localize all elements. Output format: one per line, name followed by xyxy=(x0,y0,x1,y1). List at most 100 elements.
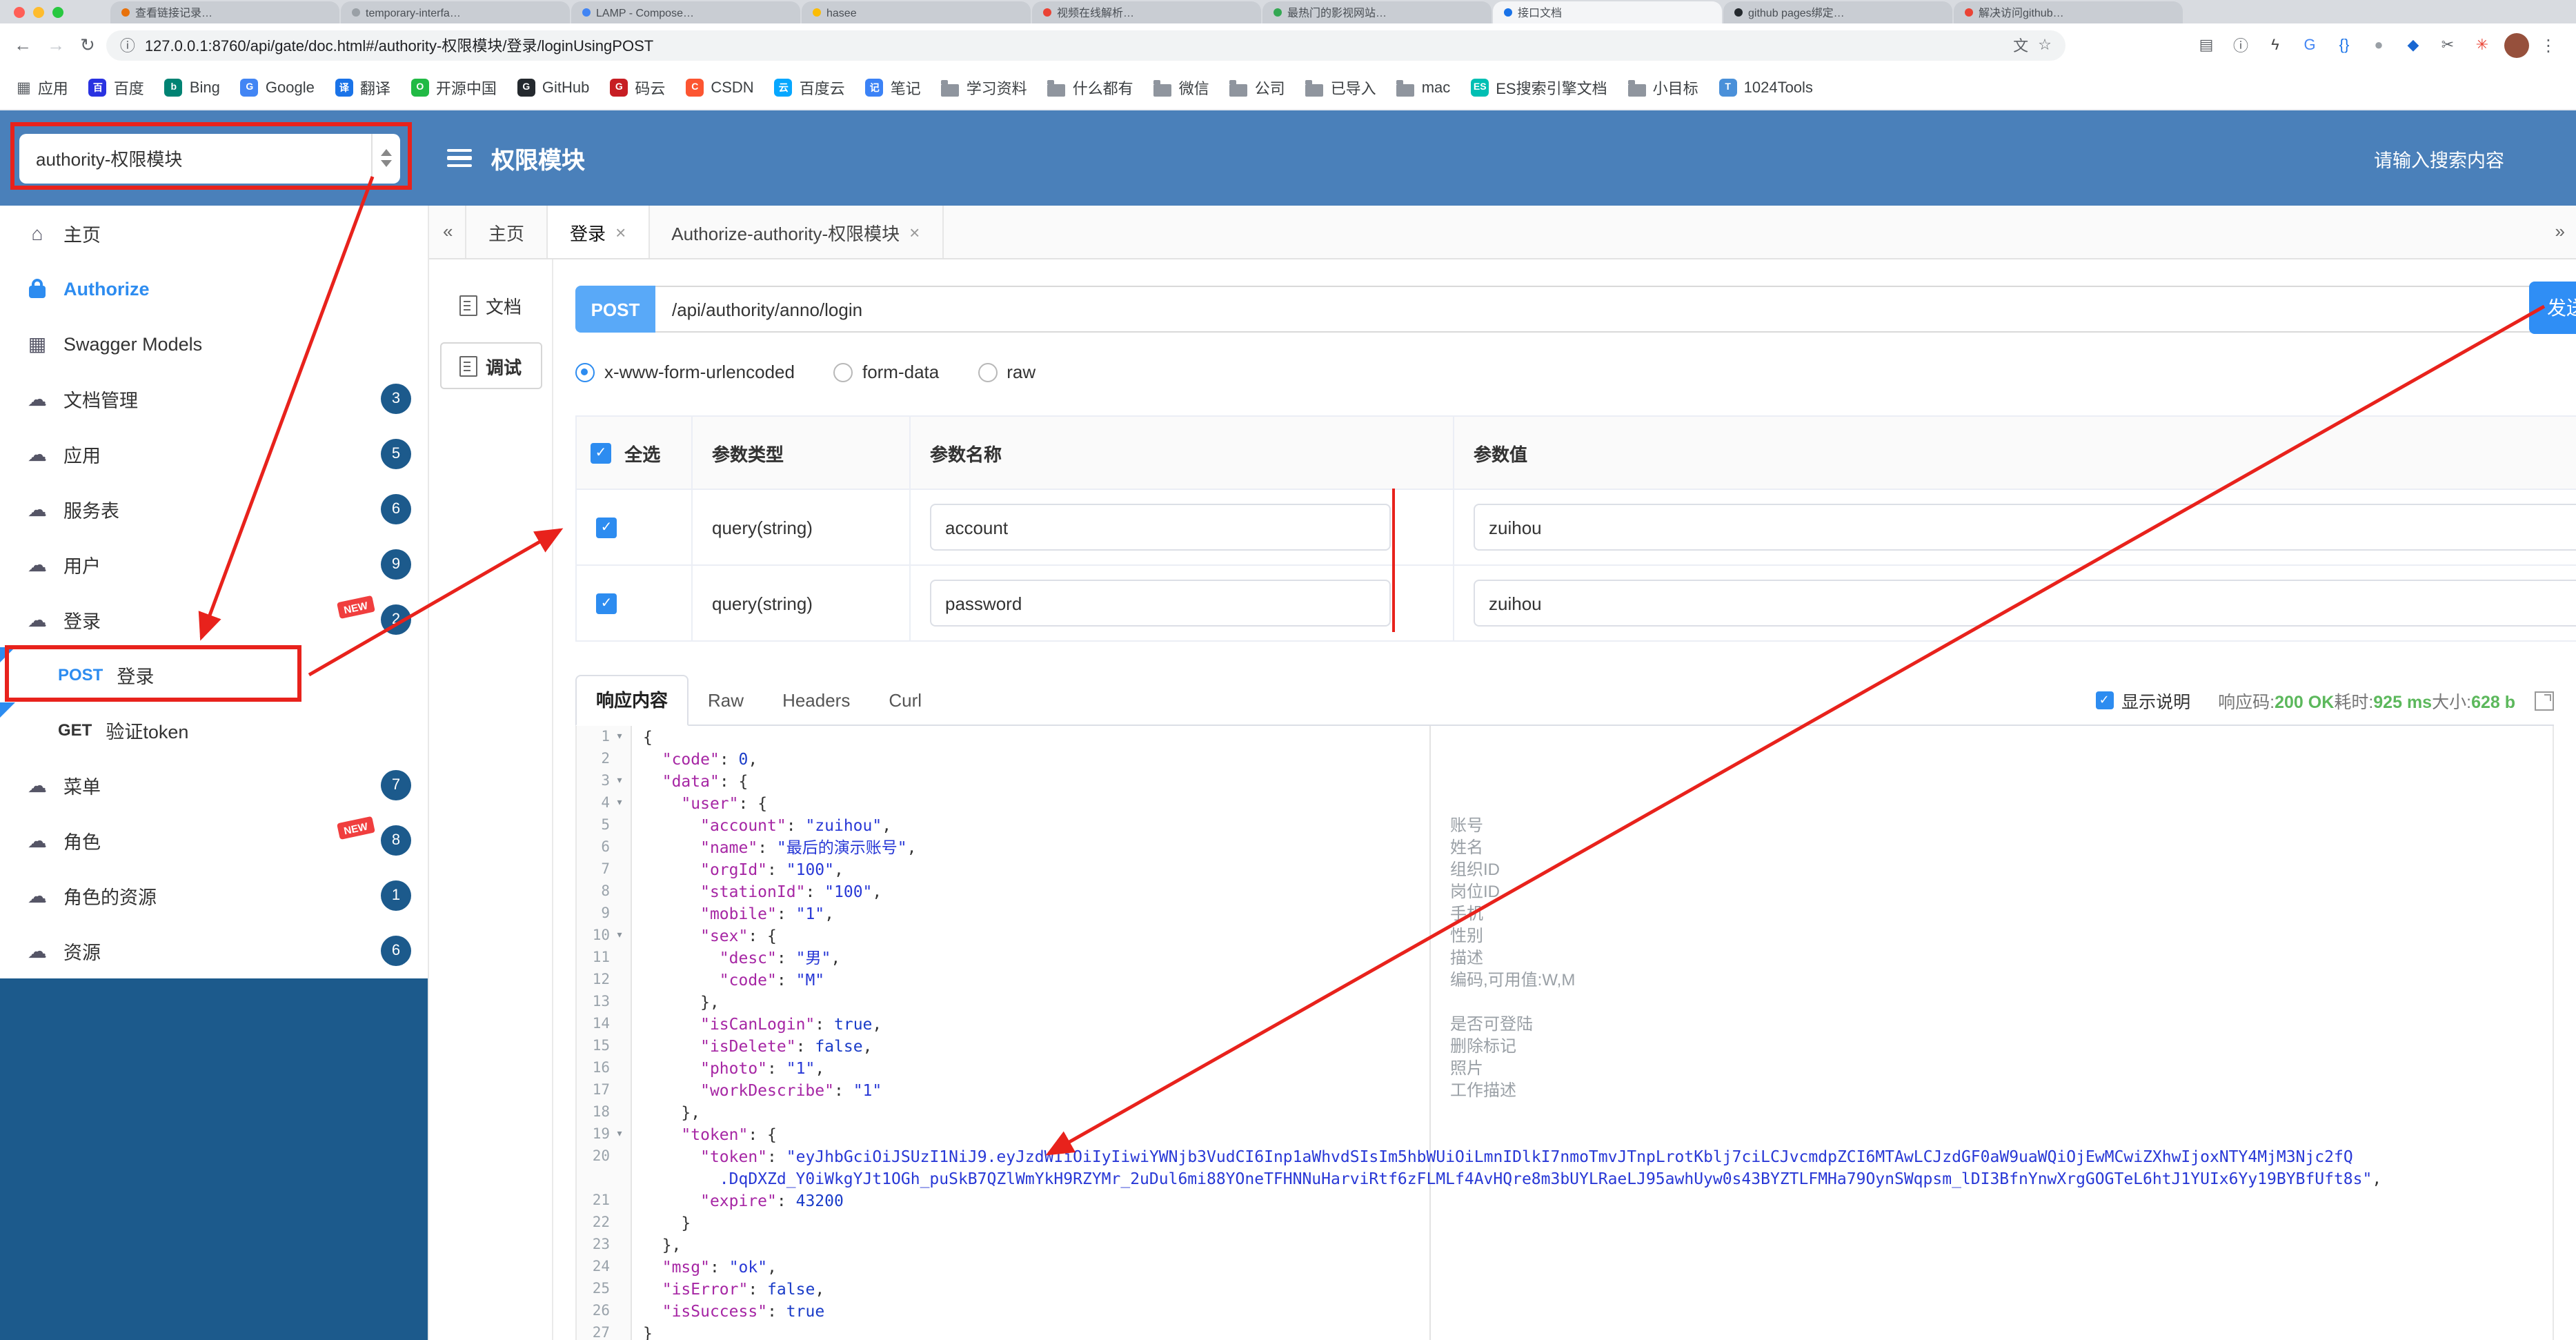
radio-form-data[interactable]: form-data xyxy=(833,362,939,382)
browser-tab[interactable]: github pages绑定… xyxy=(1723,1,1952,23)
close-tab-icon[interactable]: × xyxy=(909,221,920,242)
sidebar-item-菜单[interactable]: ☁ 菜单 7 xyxy=(0,758,428,813)
sidebar-item-登录[interactable]: ☁ 登录 NEW 2 xyxy=(0,592,428,647)
browser-tab[interactable]: 查看链接记录… xyxy=(110,1,339,23)
bookmark-item[interactable]: G 码云 xyxy=(610,77,665,99)
sidebar-item-角色的资源[interactable]: ☁ 角色的资源 1 xyxy=(0,868,428,923)
traffic-close-icon[interactable] xyxy=(14,7,25,18)
tabs-prev-icon[interactable]: « xyxy=(443,206,453,258)
sidebar-item-服务表[interactable]: ☁ 服务表 6 xyxy=(0,482,428,537)
close-tab-icon[interactable]: × xyxy=(615,221,626,242)
menu-toggle-icon[interactable] xyxy=(447,148,472,168)
bookmark-item[interactable]: C CSDN xyxy=(686,79,754,97)
traffic-minimize-icon[interactable] xyxy=(33,7,44,18)
tab-主页[interactable]: 主页 xyxy=(465,206,548,258)
param-checkbox[interactable]: ✓ xyxy=(596,518,617,539)
bookmark-item[interactable]: G Google xyxy=(240,79,315,97)
bookmark-label: 1024Tools xyxy=(1743,79,1813,96)
sidebar-item-文档管理[interactable]: ☁ 文档管理 3 xyxy=(0,371,428,426)
back-icon[interactable]: ← xyxy=(14,34,32,56)
page-info-icon[interactable]: ⓘ xyxy=(120,34,135,56)
rail-item-debug[interactable]: 调试 xyxy=(439,342,542,389)
browser-tab[interactable]: 解决访问github… xyxy=(1954,1,2183,23)
reader-ext-icon[interactable]: ▤ xyxy=(2195,36,2217,54)
sidebar-item-get-验证token[interactable]: GET 验证token xyxy=(0,702,428,758)
response-tab-响应内容[interactable]: 响应内容 xyxy=(575,675,689,726)
bookmark-item[interactable]: G GitHub xyxy=(517,79,589,97)
browser-tab[interactable]: 最热门的影视网站… xyxy=(1262,1,1492,23)
show-desc-checkbox[interactable]: ✓ xyxy=(2095,691,2114,709)
bookmark-item[interactable]: 什么都有 xyxy=(1047,77,1133,99)
fold-icon[interactable]: ▾ xyxy=(610,1123,629,1145)
bookmark-item[interactable]: 公司 xyxy=(1229,77,1285,99)
tab-Authorize-authority-权限模块[interactable]: Authorize-authority-权限模块 × xyxy=(649,206,944,258)
profile-avatar[interactable] xyxy=(2504,32,2529,57)
browser-tab[interactable]: temporary-interfa… xyxy=(341,1,570,23)
sidebar-item-资源[interactable]: ☁ 资源 6 xyxy=(0,923,428,978)
bookmark-item[interactable]: 学习资料 xyxy=(941,77,1027,99)
fold-icon[interactable]: ▾ xyxy=(610,726,629,748)
sidebar-item-Swagger Models[interactable]: ▦ Swagger Models xyxy=(0,316,428,371)
sidebar-item-主页[interactable]: ⌂ 主页 xyxy=(0,206,428,261)
bookmark-item[interactable]: 微信 xyxy=(1153,77,1209,99)
response-tab-Raw[interactable]: Raw xyxy=(688,676,763,725)
bookmark-item[interactable]: 记笔记 xyxy=(865,77,921,99)
radio-raw[interactable]: raw xyxy=(978,362,1036,382)
traffic-zoom-icon[interactable] xyxy=(52,7,63,18)
fullscreen-icon[interactable] xyxy=(2535,691,2554,710)
sidebar-item-角色[interactable]: ☁ 角色 NEW 8 xyxy=(0,813,428,868)
param-name-input[interactable] xyxy=(930,504,1391,551)
param-value-input[interactable] xyxy=(1474,504,2576,551)
info-ext-icon[interactable]: ⓘ xyxy=(2230,34,2252,56)
tab-登录[interactable]: 登录 × xyxy=(548,206,650,258)
bookmark-item[interactable]: 小目标 xyxy=(1627,77,1698,99)
bookmark-item[interactable]: ES ES搜索引擎文档 xyxy=(1471,77,1607,99)
param-checkbox[interactable]: ✓ xyxy=(596,593,617,615)
count-badge: 6 xyxy=(381,936,411,966)
sidebar-item-Authorize[interactable]: Authorize xyxy=(0,261,428,316)
rail-item-doc[interactable]: 文档 xyxy=(439,282,542,328)
circle-ext-icon[interactable]: ● xyxy=(2368,37,2390,53)
translate-icon[interactable]: 文 xyxy=(2013,34,2028,56)
browser-menu-icon[interactable]: ⋮ xyxy=(2540,35,2562,55)
bookmark-item[interactable]: 译翻译 xyxy=(335,77,390,99)
bookmark-item[interactable]: b Bing xyxy=(164,79,220,97)
json-ext-icon[interactable]: {} xyxy=(2333,37,2355,53)
bookmark-item[interactable]: T 1024Tools xyxy=(1718,79,1813,97)
bookmark-star-icon[interactable]: ☆ xyxy=(2038,36,2052,54)
browser-tab[interactable]: hasee xyxy=(802,1,1031,23)
select-all-checkbox[interactable]: ✓ xyxy=(591,442,611,463)
bookmark-item[interactable]: O 开源中国 xyxy=(410,77,497,99)
tabs-next-icon[interactable]: » xyxy=(2555,206,2565,258)
pinwheel-ext-icon[interactable]: ✳ xyxy=(2471,36,2493,54)
param-value-input[interactable] xyxy=(1474,580,2576,627)
bookmark-item[interactable]: ▦ 应用 xyxy=(17,77,68,99)
bookmark-item[interactable]: 云百度云 xyxy=(774,77,845,99)
fold-icon[interactable]: ▾ xyxy=(610,925,629,947)
module-select[interactable]: authority-权限模块 xyxy=(19,133,400,183)
browser-tab[interactable]: 视频在线解析… xyxy=(1032,1,1261,23)
omnibox[interactable]: ⓘ 127.0.0.1:8760/api/gate/doc.html#/auth… xyxy=(106,30,2065,60)
fold-icon[interactable]: ▾ xyxy=(610,792,629,814)
shield-ext-icon[interactable]: ◆ xyxy=(2402,36,2424,54)
bookmark-item[interactable]: mac xyxy=(1396,79,1450,96)
param-name-input[interactable] xyxy=(930,580,1391,627)
radio-x-www-form-urlencoded[interactable]: x-www-form-urlencoded xyxy=(575,362,795,382)
browser-tab[interactable]: 接口文档 xyxy=(1493,1,1722,23)
bookmark-item[interactable]: 百百度 xyxy=(88,77,144,99)
send-button[interactable]: 发送 xyxy=(2529,282,2576,334)
scissors-ext-icon[interactable]: ✂ xyxy=(2437,36,2459,54)
fold-icon[interactable]: ▾ xyxy=(610,770,629,792)
lightning-ext-icon[interactable]: ϟ xyxy=(2264,37,2286,53)
sidebar-item-用户[interactable]: ☁ 用户 9 xyxy=(0,537,428,592)
sidebar-item-应用[interactable]: ☁ 应用 5 xyxy=(0,426,428,482)
browser-tab[interactable]: LAMP - Compose… xyxy=(571,1,800,23)
forward-icon[interactable]: → xyxy=(47,34,65,56)
response-tab-Headers[interactable]: Headers xyxy=(763,676,869,725)
google-ext-icon[interactable]: G xyxy=(2299,37,2321,53)
reload-icon[interactable]: ↻ xyxy=(80,34,95,56)
bookmark-item[interactable]: 已导入 xyxy=(1305,77,1376,99)
header-search[interactable]: 请输入搜索内容 xyxy=(2374,144,2504,172)
response-tab-Curl[interactable]: Curl xyxy=(869,676,941,725)
sidebar-item-post-登录[interactable]: POST 登录 xyxy=(0,647,428,702)
